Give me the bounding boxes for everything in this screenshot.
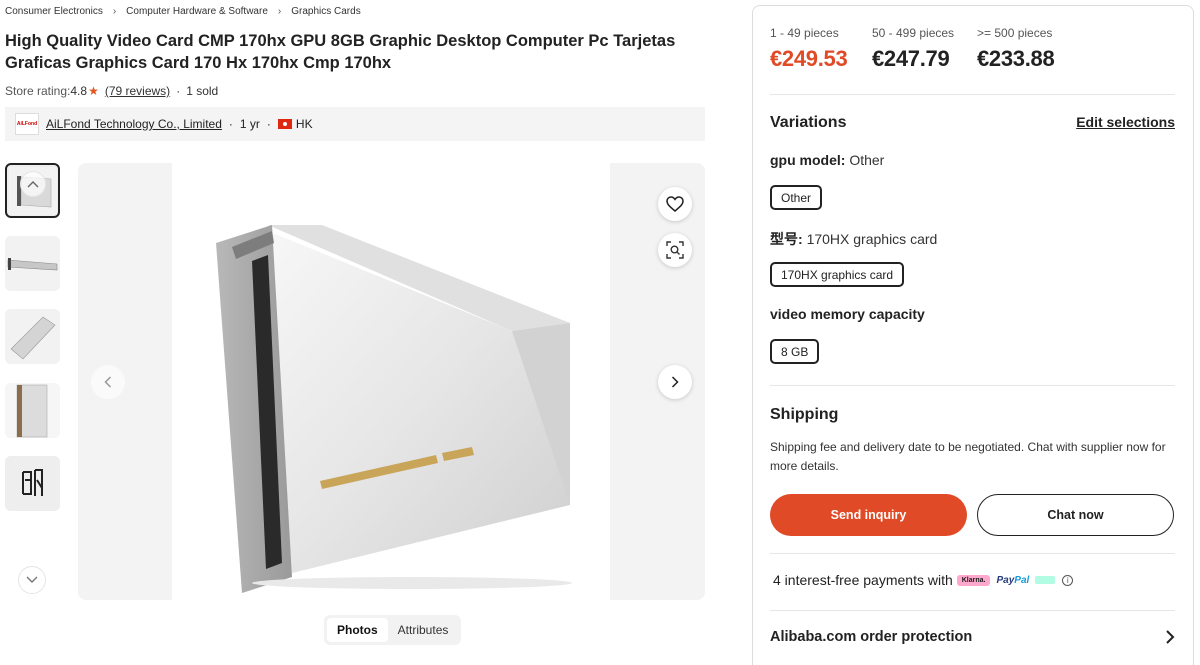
memory-option-8gb[interactable]: 8 GB xyxy=(770,339,820,364)
gpu-model-option-other[interactable]: Other xyxy=(770,185,823,210)
chevron-down-icon[interactable] xyxy=(18,566,46,594)
separator-dot: · xyxy=(266,117,271,131)
price-tier-2: 50 - 499 pieces €247.79 xyxy=(872,26,954,72)
product-photo xyxy=(172,163,610,600)
price-tier-3: >= 500 pieces €233.88 xyxy=(977,26,1055,72)
divider xyxy=(770,553,1175,554)
paypal-logo: PayPal xyxy=(996,575,1029,586)
model-line: 型号: 170HX graphics card xyxy=(770,229,937,249)
price-tier-price: €247.79 xyxy=(872,46,950,71)
gpu-model-value: Other xyxy=(849,152,885,168)
gpu-front-thumbnail-image xyxy=(5,383,60,438)
variations-heading: Variations xyxy=(770,114,847,131)
chevron-up-icon[interactable] xyxy=(20,171,46,197)
next-image-button[interactable] xyxy=(658,365,692,399)
heart-icon xyxy=(666,196,684,212)
afterpay-logo xyxy=(1035,576,1056,584)
store-rating-row: Store rating: 4.8 ★ (79 reviews) · 1 sol… xyxy=(5,84,218,98)
supplier-country: HK xyxy=(295,117,313,131)
payment-options: 4 interest-free payments with Klarna. Pa… xyxy=(773,572,1074,588)
thumbnail-1[interactable] xyxy=(5,163,60,218)
memory-line: video memory capacity xyxy=(770,306,925,322)
reviews-link[interactable]: (79 reviews) xyxy=(105,84,170,98)
gpu-card-image xyxy=(216,225,572,593)
supplier-years: 1 yr xyxy=(239,117,260,131)
thumbnail-2[interactable] xyxy=(5,236,60,291)
separator-dot: · xyxy=(176,84,181,98)
divider xyxy=(770,385,1175,386)
klarna-logo: Klarna. xyxy=(956,574,991,586)
breadcrumb: Consumer Electronics › Computer Hardware… xyxy=(5,6,361,17)
payments-text: 4 interest-free payments with xyxy=(773,572,953,588)
previous-image-button[interactable] xyxy=(91,365,125,399)
price-tier-range: 50 - 499 pieces xyxy=(872,26,955,40)
separator-dot: · xyxy=(228,117,233,131)
hong-kong-flag-icon xyxy=(277,119,292,129)
shipping-text: Shipping fee and delivery date to be neg… xyxy=(770,440,1166,473)
product-title: High Quality Video Card CMP 170hx GPU 8G… xyxy=(5,32,676,72)
spec-sheet-thumbnail-image xyxy=(5,456,60,511)
chat-now-button[interactable]: Chat now xyxy=(977,494,1174,536)
chevron-left-icon xyxy=(104,376,112,388)
divider xyxy=(770,94,1175,95)
price-tier-range: 1 - 49 pieces xyxy=(770,26,839,40)
gpu-angled-thumbnail-image xyxy=(5,309,60,364)
store-rating-score: 4.8 xyxy=(70,84,88,98)
thumbnail-3[interactable] xyxy=(5,309,60,364)
divider xyxy=(770,610,1175,611)
info-icon[interactable]: i xyxy=(1062,574,1074,586)
main-product-image xyxy=(78,163,705,600)
memory-label: video memory capacity xyxy=(770,306,925,322)
price-tier-range: >= 500 pieces xyxy=(977,26,1053,40)
chevron-right-icon xyxy=(671,376,679,388)
shipping-heading: Shipping xyxy=(770,406,839,423)
gpu-model-label: gpu model: xyxy=(770,152,846,168)
model-value: 170HX graphics card xyxy=(806,231,938,247)
media-tabs: Photos Attributes xyxy=(324,615,462,645)
breadcrumb-item-consumer-electronics[interactable]: Consumer Electronics xyxy=(5,6,103,17)
order-protection-row[interactable]: Alibaba.com order protection xyxy=(770,629,1175,645)
paypal-logo-text-a: Pay xyxy=(996,574,1015,586)
thumbnail-4[interactable] xyxy=(5,383,60,438)
chevron-right-icon: › xyxy=(112,6,117,17)
gpu-side-thumbnail-image xyxy=(5,236,60,291)
thumbnail-5[interactable] xyxy=(5,456,60,511)
breadcrumb-item-computer-hardware[interactable]: Computer Hardware & Software xyxy=(126,6,268,17)
supplier-bar: AiLFond AiLFond Technology Co., Limited … xyxy=(5,107,705,141)
price-tier-price: €249.53 xyxy=(770,46,848,71)
send-inquiry-button[interactable]: Send inquiry xyxy=(770,494,967,536)
paypal-logo-text-b: Pal xyxy=(1014,574,1030,586)
chevron-right-icon: › xyxy=(277,6,282,17)
gpu-model-line: gpu model: Other xyxy=(770,152,884,168)
favorite-button[interactable] xyxy=(658,187,692,221)
star-icon: ★ xyxy=(88,84,99,98)
image-search-button[interactable] xyxy=(658,233,692,267)
price-tier-price: €233.88 xyxy=(977,46,1055,71)
edit-selections-link[interactable]: Edit selections xyxy=(1076,114,1175,130)
order-protection-label: Alibaba.com order protection xyxy=(770,629,973,645)
tab-photos[interactable]: Photos xyxy=(327,618,388,642)
price-tier-1: 1 - 49 pieces €249.53 xyxy=(770,26,848,72)
tab-attributes[interactable]: Attributes xyxy=(388,618,459,642)
store-rating-label: Store rating: xyxy=(5,84,71,98)
model-option-170hx[interactable]: 170HX graphics card xyxy=(770,262,905,287)
image-search-icon xyxy=(666,241,684,259)
model-label: 型号: xyxy=(770,231,803,247)
sold-count: 1 sold xyxy=(186,84,219,98)
chevron-right-icon xyxy=(1166,630,1175,644)
breadcrumb-item-graphics-cards[interactable]: Graphics Cards xyxy=(291,6,360,17)
supplier-name-link[interactable]: AiLFond Technology Co., Limited xyxy=(46,117,222,131)
purchase-panel: 1 - 49 pieces €249.53 50 - 499 pieces €2… xyxy=(752,5,1194,665)
supplier-logo: AiLFond xyxy=(15,113,39,135)
